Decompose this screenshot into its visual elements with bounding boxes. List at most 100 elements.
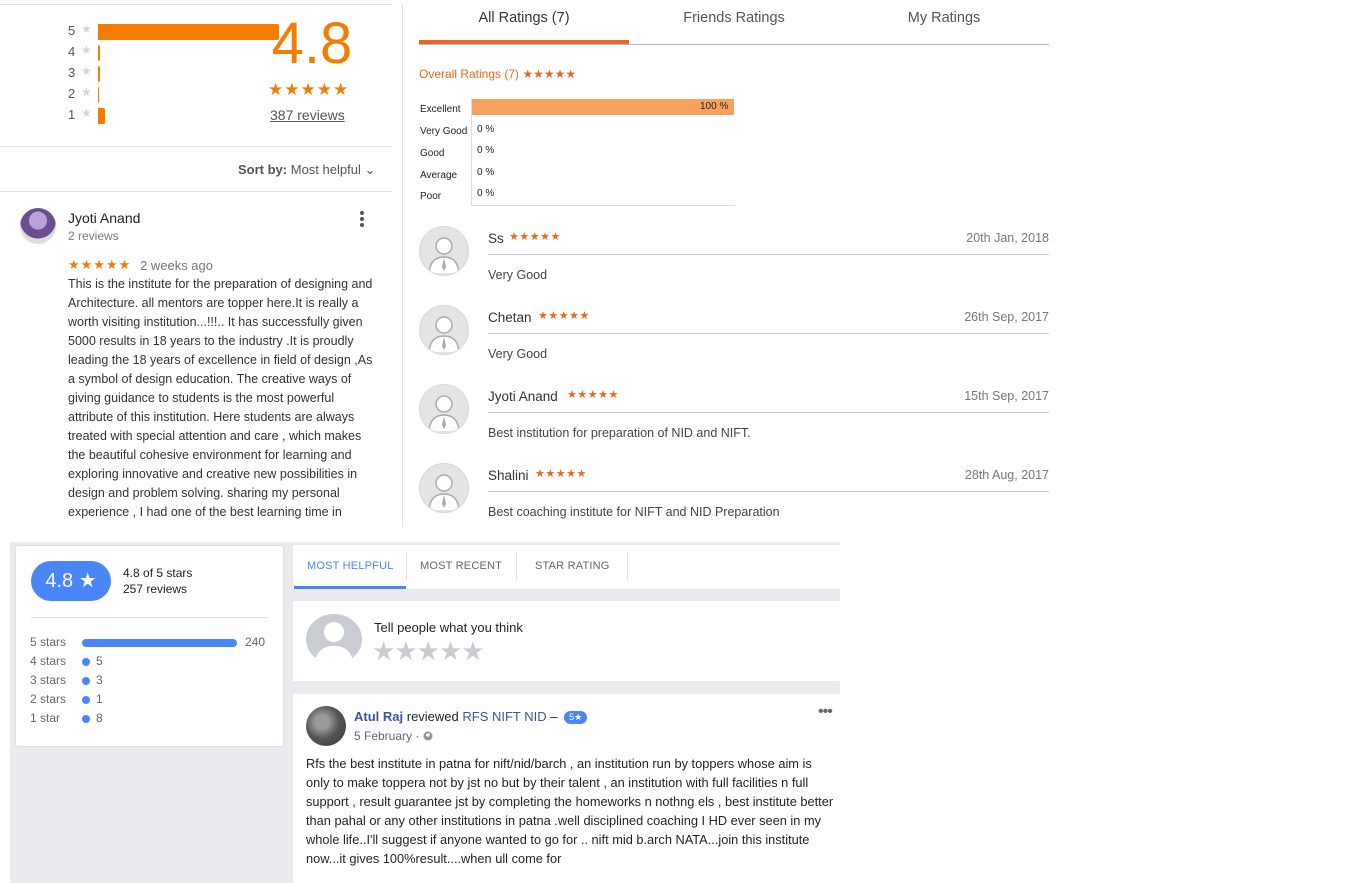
breakdown-bar xyxy=(82,677,90,685)
distribution-bar-excellent xyxy=(472,99,734,115)
rating-date: 28th Aug, 2017 xyxy=(964,468,1049,482)
breakdown-count: 3 xyxy=(96,673,103,687)
user-placeholder-icon xyxy=(419,226,469,276)
star-breakdown-row[interactable]: 3 stars 3 xyxy=(30,673,270,691)
distribution-value: 100 % xyxy=(700,101,729,112)
globe-icon xyxy=(423,729,433,743)
sort-dropdown[interactable]: Sort by: Most helpful ⌄ xyxy=(238,162,375,178)
active-tab-indicator xyxy=(294,586,406,589)
star-breakdown-row[interactable]: 4 stars 5 xyxy=(30,654,270,672)
breakdown-label: 3 stars xyxy=(30,673,67,687)
histogram-row-1: 1 ★ xyxy=(66,106,226,124)
star-icon: ★ xyxy=(81,22,92,36)
distribution-value: 0 % xyxy=(477,145,495,156)
breakdown-count: 8 xyxy=(96,711,103,725)
rating-date: 15th Sep, 2017 xyxy=(964,389,1049,403)
avatar[interactable] xyxy=(306,706,346,746)
rater-name: Jyoti Anand xyxy=(488,389,558,404)
distribution-value: 0 % xyxy=(477,167,495,178)
sort-value: Most helpful xyxy=(290,162,361,177)
histogram-row-5: 5 ★ xyxy=(66,22,279,40)
histogram-bar xyxy=(98,66,100,82)
page-link[interactable]: RFS NIFT NID xyxy=(462,709,546,724)
rater-stars: ★★★★★ xyxy=(535,468,587,480)
histogram-bar xyxy=(98,108,105,124)
review-count-link[interactable]: 387 reviews xyxy=(270,107,345,123)
tab-friends-ratings[interactable]: Friends Ratings xyxy=(629,10,839,26)
histogram-row-3: 3 ★ xyxy=(66,64,226,82)
post-author-link[interactable]: Atul Raj xyxy=(354,709,403,724)
user-placeholder-icon xyxy=(419,463,469,513)
total-reviews: 257 reviews xyxy=(123,582,188,596)
star-breakdown-row[interactable]: 1 star 8 xyxy=(30,711,270,729)
post-action: reviewed xyxy=(403,709,463,724)
rater-stars: ★★★★★ xyxy=(567,389,619,401)
distribution-label: Poor xyxy=(420,191,442,202)
distribution-label: Excellent xyxy=(420,104,461,115)
rating-text: Very Good xyxy=(488,268,548,282)
divider xyxy=(0,146,392,147)
distribution-label: Average xyxy=(420,170,458,181)
divider xyxy=(488,254,1049,255)
distribution-label: Very Good xyxy=(420,126,468,137)
rating-date: 20th Jan, 2018 xyxy=(966,231,1049,245)
review-stars: ★★★★★ xyxy=(68,257,132,272)
divider xyxy=(31,617,267,618)
review-prompt[interactable]: Tell people what you think xyxy=(374,620,523,635)
histogram-bar xyxy=(98,87,99,103)
star-icon: ★ xyxy=(81,64,92,78)
tab-divider xyxy=(516,552,517,580)
star-breakdown-row[interactable]: 2 stars 1 xyxy=(30,692,270,710)
user-placeholder-icon xyxy=(419,305,469,355)
post-date[interactable]: 5 February · xyxy=(354,729,433,743)
review-time: 2 weeks ago xyxy=(140,258,213,273)
tab-all-ratings[interactable]: All Ratings (7) xyxy=(419,10,629,26)
tab-most-recent[interactable]: MOST RECENT xyxy=(420,560,502,572)
panel-divider xyxy=(402,4,403,527)
star-rating-input[interactable]: ★★★★★ xyxy=(372,636,485,667)
histogram-row-4: 4 ★ xyxy=(66,43,226,61)
rating-date: 26th Sep, 2017 xyxy=(964,310,1049,324)
tab-divider xyxy=(627,552,628,580)
breakdown-count: 5 xyxy=(96,654,103,668)
histogram-row-2: 2 ★ xyxy=(66,85,226,103)
rater-name: Ss xyxy=(488,231,504,246)
rating-text: Best coaching institute for NIFT and NID… xyxy=(488,505,780,519)
tab-my-ratings[interactable]: My Ratings xyxy=(839,10,1049,26)
sort-label: Sort by: xyxy=(238,162,288,177)
rating-item: Chetan ★★★★★ 26th Sep, 2017 Very Good xyxy=(419,305,1049,365)
tab-star-rating[interactable]: STAR RATING xyxy=(535,560,610,572)
reviewer-name[interactable]: Jyoti Anand xyxy=(68,210,140,226)
rating-item: Jyoti Anand ★★★★★ 15th Sep, 2017 Best in… xyxy=(419,384,1049,444)
breakdown-label: 4 stars xyxy=(30,654,67,668)
histogram-bar xyxy=(98,24,279,40)
divider xyxy=(0,191,392,192)
rater-stars: ★★★★★ xyxy=(509,231,561,243)
divider xyxy=(488,491,1049,492)
breakdown-label: 5 stars xyxy=(30,635,67,649)
rating-item: Shalini ★★★★★ 28th Aug, 2017 Best coachi… xyxy=(419,463,1049,523)
avatar[interactable] xyxy=(20,208,56,244)
overall-ratings: Overall Ratings (7) ★★★★★ xyxy=(419,67,577,81)
review-body: This is the institute for the preparatio… xyxy=(68,277,373,519)
histogram-label: 1 xyxy=(68,107,76,122)
more-options-icon[interactable]: ••• xyxy=(818,703,833,721)
panel-a-top-border xyxy=(0,4,392,5)
rating-text: Best institution for preparation of NID … xyxy=(488,426,751,440)
post-header: Atul Raj reviewed RFS NIFT NID – 5★ xyxy=(354,709,588,724)
histogram-label: 5 xyxy=(68,23,76,38)
tab-most-helpful[interactable]: MOST HELPFUL xyxy=(307,560,394,572)
tabs-baseline xyxy=(419,44,1049,45)
histogram-label: 4 xyxy=(68,44,76,59)
user-placeholder-icon xyxy=(306,614,362,664)
average-rating-stars: ★★★★★ xyxy=(268,80,350,99)
histogram-label: 2 xyxy=(68,86,76,101)
rating-pill: 5★ xyxy=(564,711,588,724)
breakdown-label: 2 stars xyxy=(30,692,67,706)
post-date-text: 5 February · xyxy=(354,729,420,743)
star-breakdown-row[interactable]: 5 stars 240 xyxy=(30,635,270,653)
breakdown-bar xyxy=(82,639,237,647)
average-rating: 4.8 xyxy=(271,11,353,76)
more-vert-icon[interactable] xyxy=(354,210,370,232)
reviewer-review-count: 2 reviews xyxy=(68,229,119,243)
